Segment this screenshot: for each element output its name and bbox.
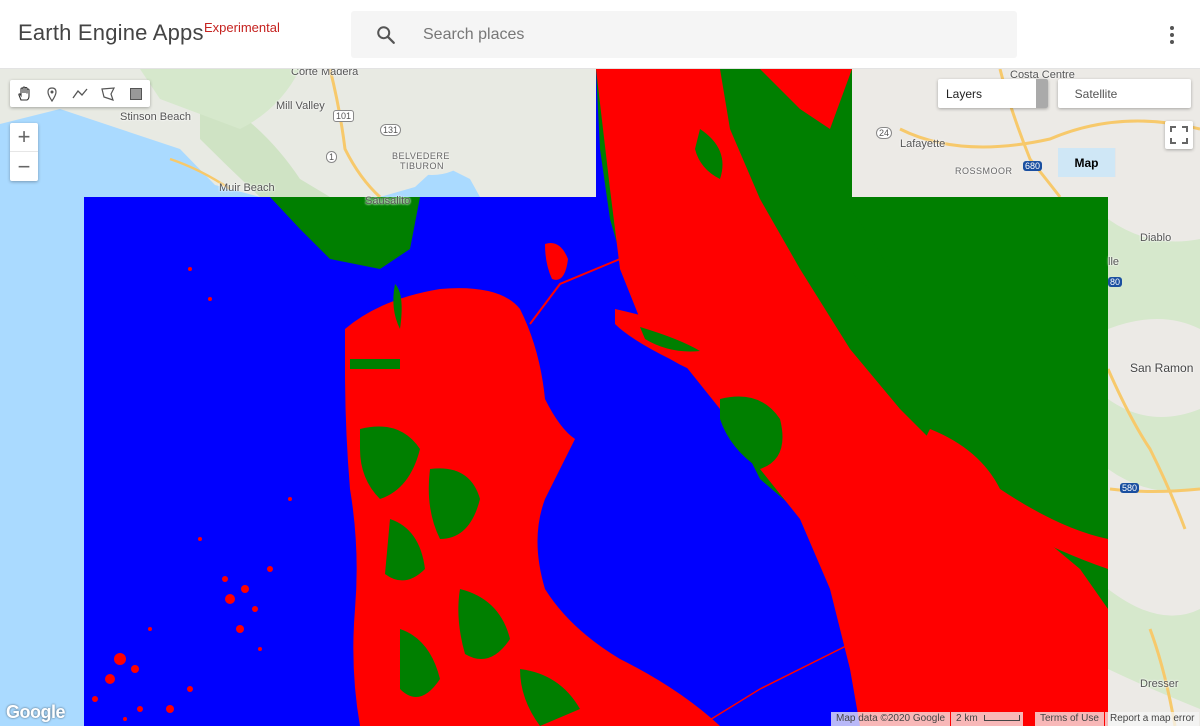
layers-toggle[interactable] <box>1036 79 1048 108</box>
route-shield: 680 <box>1023 161 1043 171</box>
fullscreen-icon <box>1170 126 1188 144</box>
rectangle-icon[interactable] <box>122 80 150 107</box>
place-label: Sausalito <box>365 195 411 207</box>
layers-panel[interactable]: Layers <box>938 79 1048 108</box>
map-type-control: Map Satellite <box>1058 79 1191 177</box>
search-icon[interactable] <box>375 24 397 46</box>
place-label: lle <box>1108 256 1120 268</box>
place-label: Stinson Beach <box>120 111 191 123</box>
map-type-satellite-button[interactable]: Satellite <box>1058 79 1134 108</box>
place-label: Corte Madera <box>291 69 359 78</box>
app-header: Earth Engine Apps Experimental <box>0 0 1200 69</box>
terms-of-use-link[interactable]: Terms of Use <box>1035 712 1104 726</box>
route-shield: 80 <box>1108 277 1123 287</box>
zoom-in-button[interactable]: + <box>10 123 38 152</box>
place-label: BELVEDERE <box>392 151 450 161</box>
map-type-map-button[interactable]: Map <box>1058 148 1116 177</box>
scale-line <box>984 715 1021 722</box>
route-shield: 24 <box>876 127 893 139</box>
route-shield: 1 <box>326 151 338 163</box>
place-label: Dresser <box>1140 678 1179 690</box>
zoom-control: + − <box>10 123 38 181</box>
place-label: TIBURON <box>400 161 444 171</box>
place-label: Diablo <box>1140 232 1172 244</box>
app-title: Earth Engine Apps <box>18 20 204 45</box>
basemap <box>0 69 1200 726</box>
search-box[interactable] <box>351 11 1017 58</box>
fullscreen-button[interactable] <box>1165 121 1193 149</box>
marker-icon[interactable] <box>38 80 66 107</box>
search-input[interactable] <box>423 11 993 58</box>
zoom-out-button[interactable]: − <box>10 152 38 181</box>
route-shield: 101 <box>333 110 355 122</box>
line-icon[interactable] <box>66 80 94 107</box>
polygon-icon[interactable] <box>94 80 122 107</box>
place-label: San Ramon <box>1130 361 1194 375</box>
pan-hand-icon[interactable] <box>10 80 38 107</box>
scale-label: 2 km <box>956 713 978 724</box>
place-label: Muir Beach <box>219 182 275 194</box>
layers-label: Layers <box>946 87 983 101</box>
report-map-error-link[interactable]: Report a map error <box>1105 712 1200 726</box>
experimental-badge: Experimental <box>204 20 280 35</box>
google-logo: Google <box>6 702 66 722</box>
place-label: ROSSMOOR <box>955 166 1013 176</box>
map-data-attribution: Map data ©2020 Google <box>831 712 951 726</box>
place-label: Lafayette <box>900 138 946 150</box>
drawing-tools <box>10 80 150 107</box>
more-vert-icon[interactable] <box>1160 23 1184 47</box>
scale-bar[interactable]: 2 km <box>951 712 1023 726</box>
map-canvas[interactable]: Corte Madera Mill Valley Stinson Beach B… <box>0 69 1200 726</box>
route-shield: 131 <box>380 124 402 136</box>
place-label: Mill Valley <box>276 100 325 112</box>
route-shield: 580 <box>1120 483 1140 493</box>
